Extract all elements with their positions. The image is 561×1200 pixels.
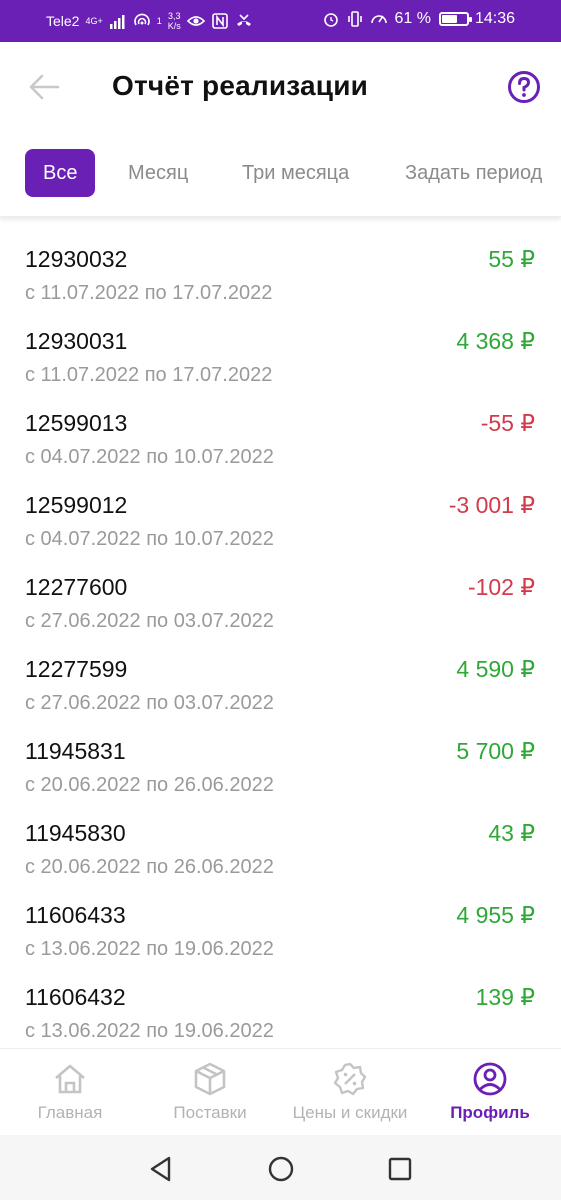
net-speed-value: 3,3 [168,11,181,21]
system-home-icon[interactable] [267,1155,295,1183]
report-number: 12277599 [25,656,128,682]
period-tabs: Все Месяц Три месяца Задать период [0,132,561,217]
report-number: 11606433 [25,902,126,928]
tab-custom-period[interactable]: Задать период [405,149,542,197]
alarm-icon [324,13,339,27]
report-amount: -3 001 ₽ [448,492,535,518]
hotspot-count-value: 1 [156,15,162,26]
report-number: 12599013 [25,410,128,436]
hotspot-icon [133,13,150,26]
back-arrow-icon[interactable] [26,70,62,104]
page-title: Отчёт реализации [112,70,369,101]
battery-icon [438,12,472,26]
nfc-icon [211,13,228,29]
report-amount: 4 368 ₽ [456,328,535,354]
nav-supplies[interactable]: Поставки [140,1061,280,1123]
report-amount: -102 ₽ [467,574,535,600]
list-item[interactable]: 12277600 с 27.06.2022 по 03.07.2022 -102… [0,546,561,632]
box-icon [194,1062,226,1096]
clock: 14:36 [474,10,515,27]
bottom-navigation: Главная Поставки Цены и скидки Профиль [0,1048,561,1135]
tab-all[interactable]: Все [25,149,96,197]
list-item[interactable]: 12930031 с 11.07.2022 по 17.07.2022 4 36… [0,300,561,386]
list-item[interactable]: 12599013 с 04.07.2022 по 10.07.2022 -55 … [0,382,561,468]
report-number: 11606432 [25,984,126,1010]
tab-month[interactable]: Месяц [128,149,188,197]
nav-home-label: Главная [37,1103,103,1122]
status-bar: Tele2 4G+ 1 3,3 K/s 61 % 14:36 [0,0,561,42]
nav-home[interactable]: Главная [0,1061,140,1123]
report-number: 11945831 [25,738,126,764]
battery-percent: 61 % [394,10,431,27]
network-type: 4G+ [85,15,103,26]
report-number: 12277600 [25,574,128,600]
nav-profile-label: Профиль [450,1103,530,1122]
discount-icon [333,1062,367,1096]
nav-prices[interactable]: Цены и скидки [280,1061,420,1123]
nav-profile[interactable]: Профиль [420,1061,560,1123]
net-speed-unit: K/s [167,21,181,31]
list-item[interactable]: 11945830 с 20.06.2022 по 26.06.2022 43 ₽ [0,792,561,878]
help-icon[interactable] [507,70,541,104]
report-amount: 55 ₽ [488,246,535,272]
signal-icon [109,15,125,29]
network-indicator: 4G+ [85,15,103,26]
battery-fill [441,15,457,23]
nav-supplies-label: Поставки [173,1103,247,1122]
list-item[interactable]: 12599012 с 04.07.2022 по 10.07.2022 -3 0… [0,464,561,550]
status-left: Tele2 4G+ 1 3,3 K/s [46,11,253,31]
nav-prices-label: Цены и скидки [292,1103,408,1122]
list-item[interactable]: 12277599 с 27.06.2022 по 03.07.2022 4 59… [0,628,561,714]
report-amount: -55 ₽ [480,410,535,436]
list-item[interactable]: 11606432 с 13.06.2022 по 19.06.2022 139 … [0,956,561,1042]
system-recents-icon[interactable] [386,1155,414,1183]
report-number: 11945830 [25,820,126,846]
report-amount: 4 955 ₽ [456,902,535,928]
report-amount: 4 590 ₽ [456,656,535,682]
status-right: 61 % 14:36 [322,10,515,28]
missed-call-icon [236,14,251,26]
report-amount: 43 ₽ [488,820,535,846]
vibrate-icon [348,11,363,27]
carrier-name: Tele2 [46,13,80,29]
list-item[interactable]: 11945831 с 20.06.2022 по 26.06.2022 5 70… [0,710,561,796]
report-amount: 5 700 ₽ [456,738,535,764]
report-number: 12599012 [25,492,128,518]
list-item[interactable]: 12930032 с 11.07.2022 по 17.07.2022 55 ₽ [0,218,561,304]
list-item[interactable]: 11606433 с 13.06.2022 по 19.06.2022 4 95… [0,874,561,960]
profile-icon [473,1062,507,1096]
hotspot-count: 1 [156,15,162,26]
report-period: с 13.06.2022 по 19.06.2022 [25,1020,274,1042]
home-icon [55,1064,85,1094]
net-speed: 3,3 K/s [168,11,181,31]
speedometer-icon [371,15,388,24]
report-amount: 139 ₽ [475,984,535,1010]
report-list: 12930032 с 11.07.2022 по 17.07.2022 55 ₽… [0,218,561,1048]
eye-icon [186,16,205,26]
system-back-icon[interactable] [147,1155,175,1183]
report-number: 12930031 [25,328,128,354]
tab-three-months[interactable]: Три месяца [242,149,349,197]
system-navigation-bar [0,1135,561,1200]
report-number: 12930032 [25,246,128,272]
app-header: Отчёт реализации [0,42,561,132]
